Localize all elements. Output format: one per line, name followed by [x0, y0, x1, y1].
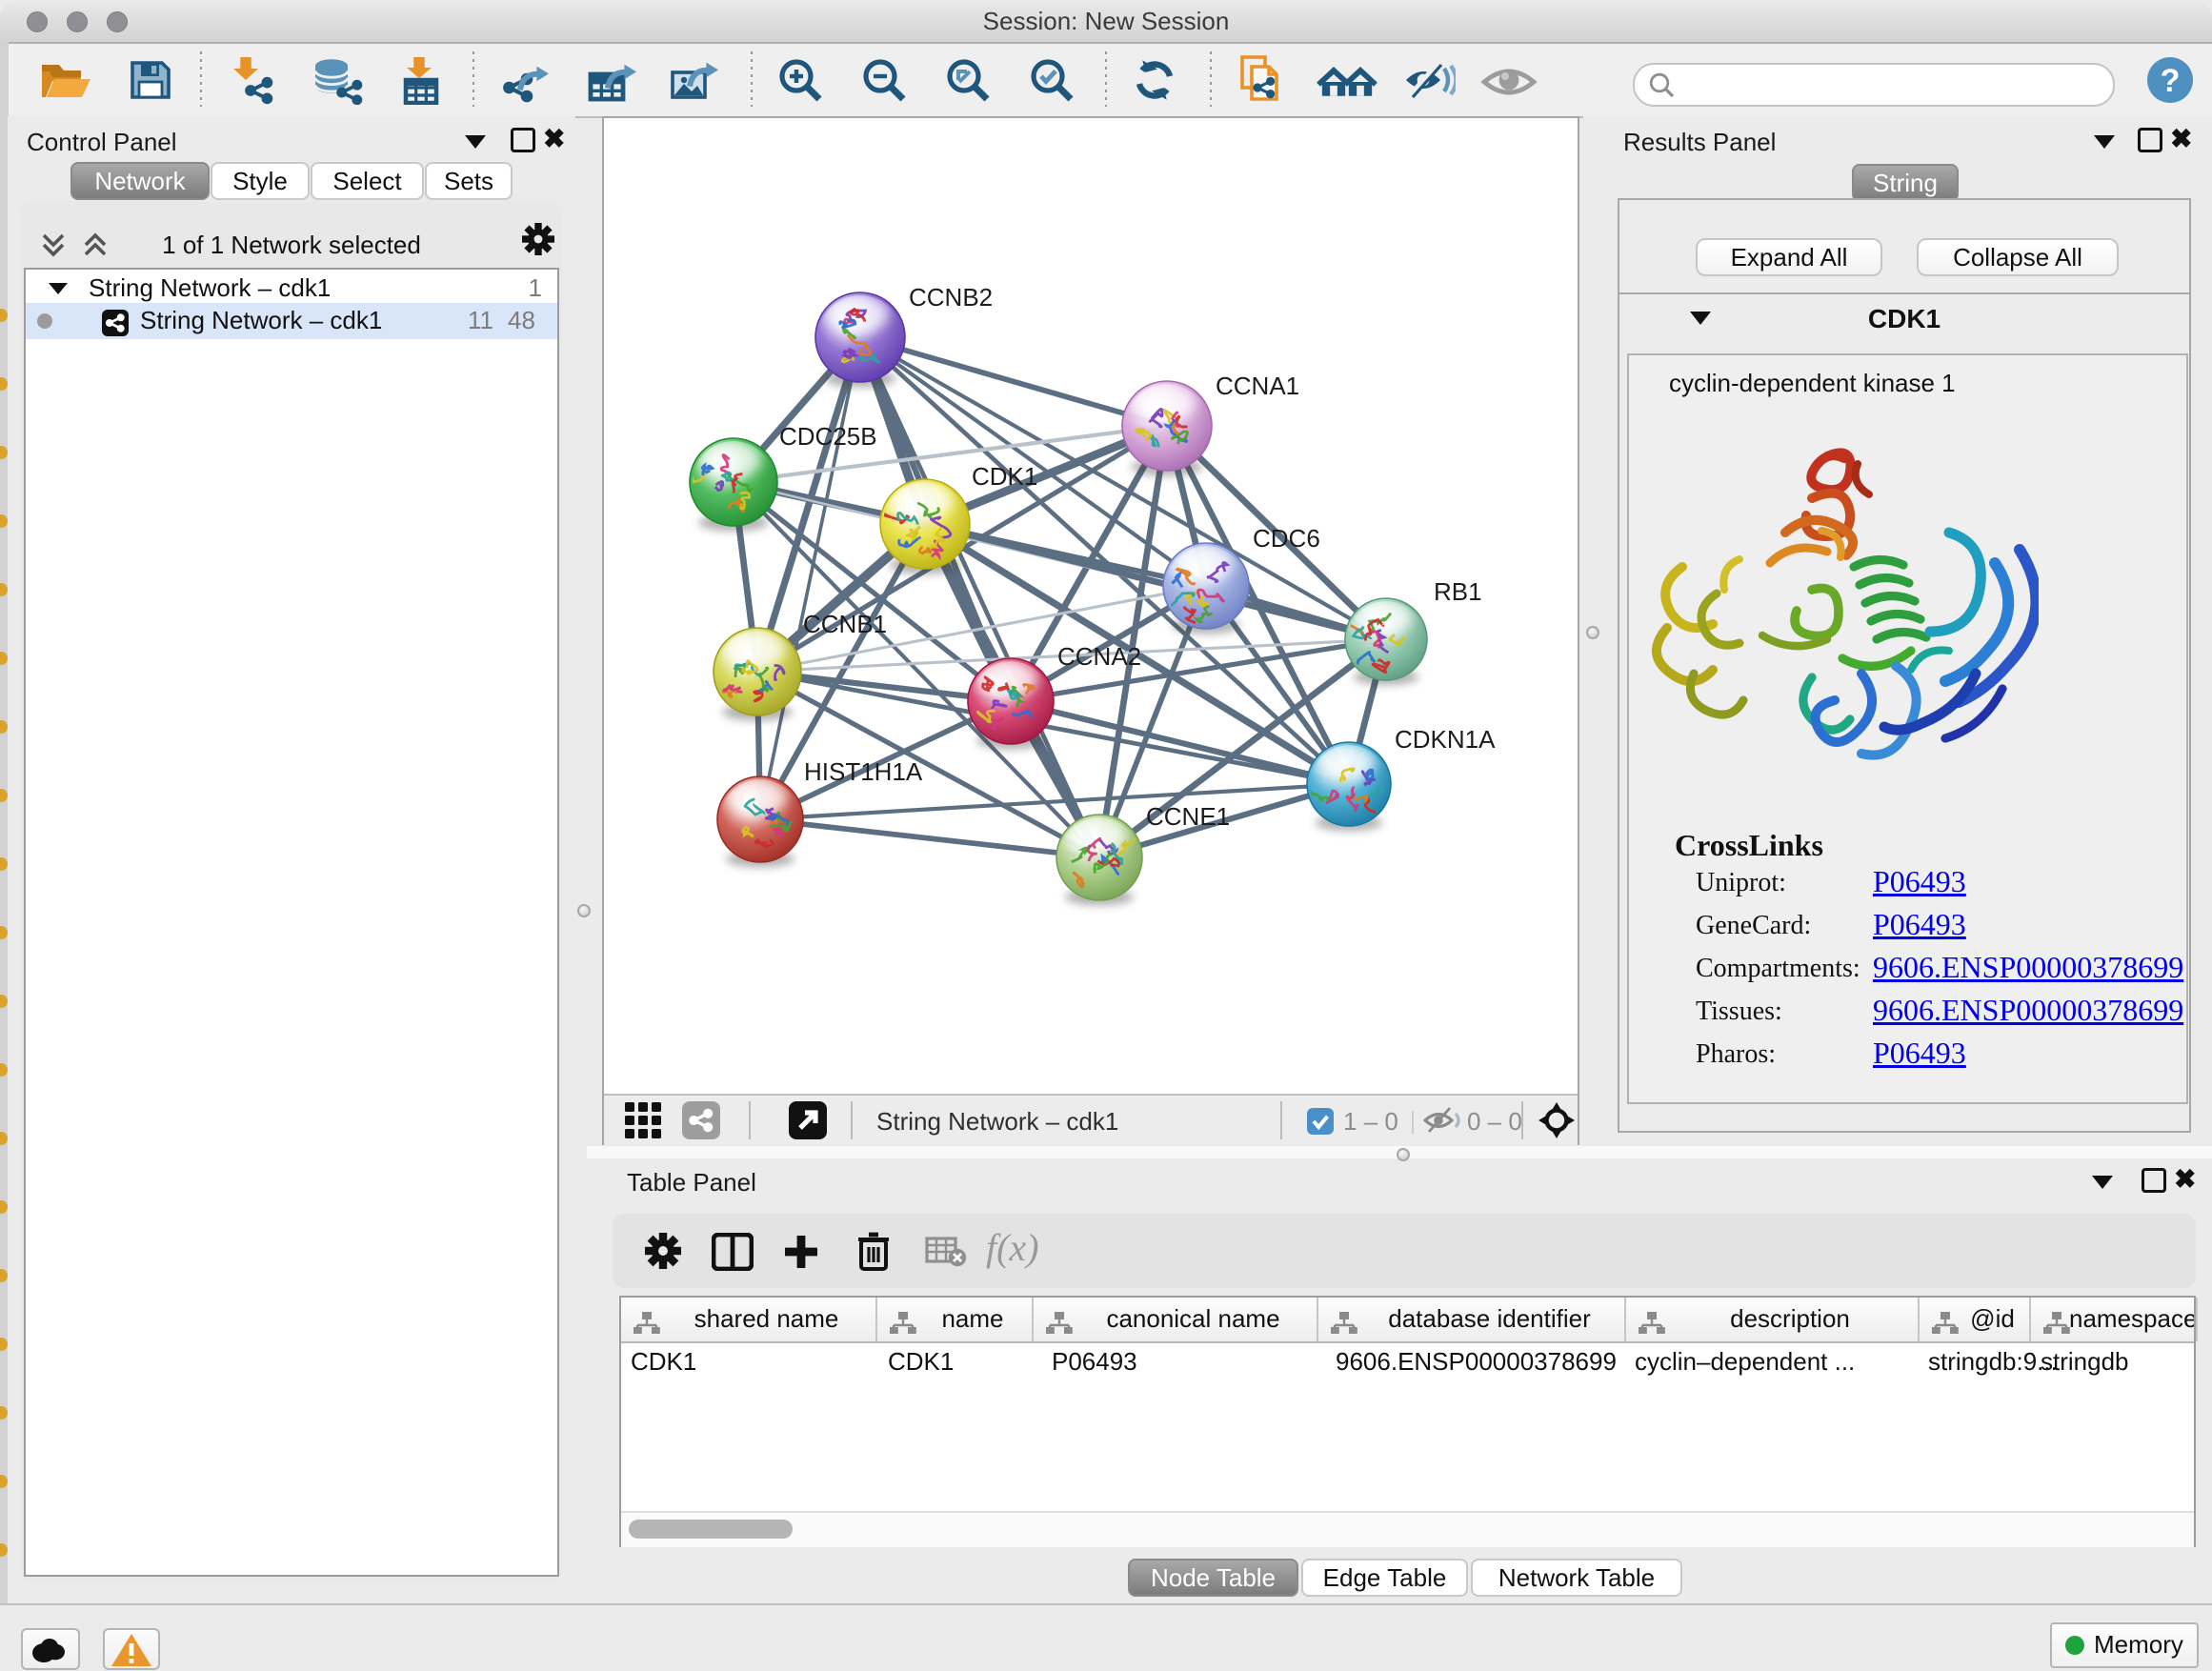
svg-text:CDKN1A: CDKN1A [1395, 725, 1496, 754]
svg-text:CDK1: CDK1 [972, 462, 1037, 491]
svg-text:?: ? [2161, 63, 2181, 99]
svg-text:CCNB1: CCNB1 [803, 610, 887, 638]
svg-text:CCNA1: CCNA1 [1216, 372, 1299, 400]
svg-text:CCNA2: CCNA2 [1057, 642, 1141, 671]
svg-text:RB1: RB1 [1434, 577, 1482, 606]
svg-text:CCNB2: CCNB2 [909, 283, 993, 312]
svg-text:HIST1H1A: HIST1H1A [804, 757, 923, 786]
svg-text:CCNE1: CCNE1 [1146, 802, 1230, 831]
svg-text:CDC25B: CDC25B [779, 422, 877, 451]
svg-text:CDC6: CDC6 [1253, 524, 1320, 553]
